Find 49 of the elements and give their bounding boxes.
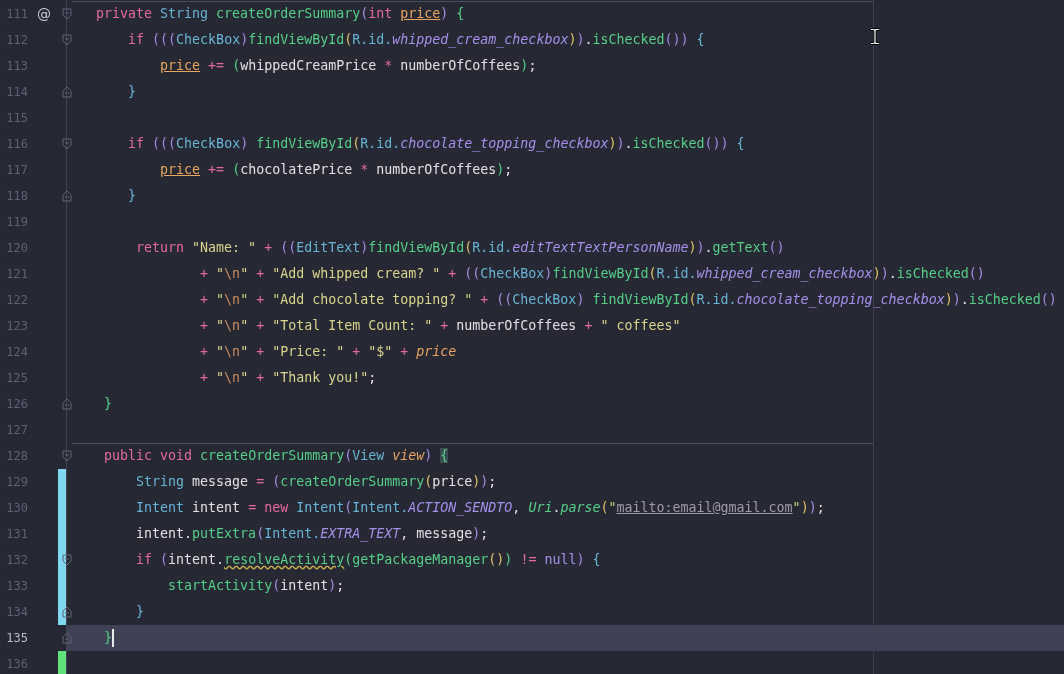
line-number: 111 [5,7,29,21]
line-number: 129 [5,475,29,489]
line-number: 125 [5,371,29,385]
code-line: if (((CheckBox) findViewById(R.id.chocolate_topping_checkbox)).isChecked()) { [127,135,745,153]
code-line: + "\n" + "Thank you!"; [199,369,377,387]
line-number: 120 [5,241,29,255]
code-line: return "Name: " + ((EditText)findViewById(R.id.editTextTextPersonName)).getText() [135,239,785,257]
code-line: String message = (createOrderSummary(price)); [135,473,497,491]
line-number: 117 [5,163,29,177]
line-number: 114 [5,85,29,99]
code-line: } [103,395,113,413]
line-number: 121 [5,267,29,281]
code-line: + "\n" + "Price: " + "$" + price [199,343,457,361]
line-number: 132 [5,553,29,567]
line-number: 119 [5,215,29,229]
code-line: Intent intent = new Intent(Intent.ACTION_SENDTO, Uri.parse("mailto:email@gmail.com")); [135,499,825,517]
code-line: public void createOrderSummary(View view) { [103,447,449,465]
code-line: } [135,603,145,621]
line-number: 128 [5,449,29,463]
line-number: 126 [5,397,29,411]
code-line: } [127,83,137,101]
code-line: price += (chocolatePrice * numberOfCoffees); [159,161,513,179]
code-line: + "\n" + "Add chocolate topping? " + ((CheckBox) findViewById(R.id.chocolate_topping_checkbox)).isChecked() [199,291,1057,309]
line-number: 112 [5,33,29,47]
line-number: 116 [5,137,29,151]
line-number: 131 [5,527,29,541]
override-mark[interactable]: @ [37,6,51,22]
code-line: } [103,629,113,647]
line-number: 130 [5,501,29,515]
code-line: } [127,187,137,205]
line-number: 113 [5,59,29,73]
code-line: + "\n" + "Add whipped cream? " + ((CheckBox)findViewById(R.id.whipped_cream_checkbox)).isChecked() [199,265,985,283]
code-line: if (intent.resolveActivity(getPackageManager()) != null) { [135,551,601,569]
code-line: startActivity(intent); [167,577,345,595]
line-number: 133 [5,579,29,593]
line-number: 124 [5,345,29,359]
code-line: + "\n" + "Total Item Count: " + numberOfCoffees + " coffees" [199,317,681,335]
line-number: 136 [5,657,29,671]
line-number: 118 [5,189,29,203]
line-number: 135 [5,631,29,645]
code-line: private String createOrderSummary(int price) { [96,5,465,23]
code-line: intent.putExtra(Intent.EXTRA_TEXT, message); [135,525,489,543]
code-line: price += (whippedCreamPrice * numberOfCoffees); [159,57,537,75]
line-number: 123 [5,319,29,333]
line-number: 127 [5,423,29,437]
code-line: if (((CheckBox)findViewById(R.id.whipped_cream_checkbox)).isChecked()) { [127,31,705,49]
line-number: 115 [5,111,29,125]
line-number: 122 [5,293,29,307]
line-number: 134 [5,605,29,619]
